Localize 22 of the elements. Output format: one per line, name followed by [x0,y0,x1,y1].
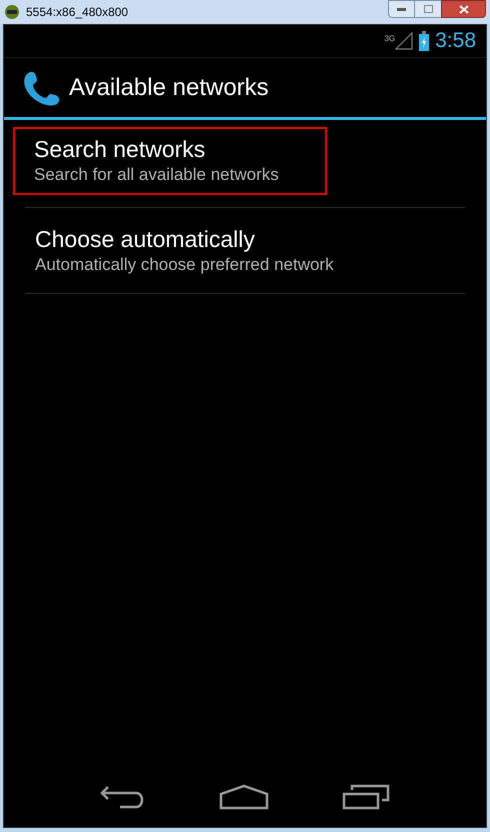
phone-icon [21,70,61,106]
signal-icon [395,32,414,50]
item-title: Search networks [34,134,206,162]
network-type: 3G [384,33,396,45]
item-summary: Automatically choose preferred network [35,254,335,276]
preference-item[interactable]: Choose automatically Automatically choose preferred network [25,224,465,276]
robot-icon [4,4,20,20]
item-title: Choose automatically [35,224,256,252]
home-icon [218,784,269,810]
minimize-button[interactable] [388,0,415,18]
close-button[interactable] [441,0,486,18]
clock: 3:58 [435,28,476,54]
item-summary: Search for all available networks [34,164,280,186]
preference-item[interactable]: Search networks Search for all available networks [13,126,327,194]
maximize-button[interactable] [415,0,441,18]
close-icon [458,4,468,14]
minimize-icon [397,8,406,10]
battery-icon [419,31,430,51]
maximize-icon [424,5,432,13]
recent-apps-icon [342,784,390,810]
window-title: 5554:x86_480x800 [26,4,128,21]
screen-title: Available networks [69,72,269,102]
